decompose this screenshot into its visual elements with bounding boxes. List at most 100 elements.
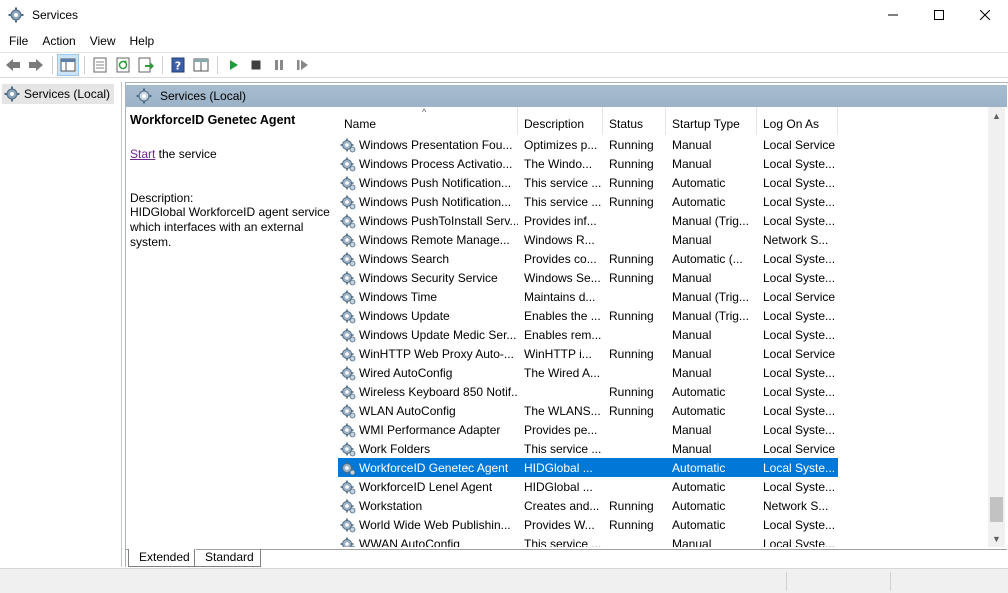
- column-header-name[interactable]: ^ Name: [338, 107, 518, 135]
- service-gear-icon: [340, 290, 356, 304]
- service-name: WorkforceID Lenel Agent: [359, 479, 493, 494]
- service-name: WLAN AutoConfig: [359, 403, 456, 418]
- forward-icon: [29, 59, 43, 71]
- column-header-description[interactable]: Description: [518, 107, 603, 135]
- start-service-link[interactable]: Start: [130, 147, 155, 161]
- services-list: ^ Name Description Status Startup Type L…: [338, 107, 993, 547]
- menu-view[interactable]: View: [83, 31, 123, 51]
- help-icon: ?: [171, 57, 185, 73]
- table-row[interactable]: WorkforceID Genetec Agent HIDGlobal ... Au…: [338, 458, 838, 477]
- service-description: Windows R...: [524, 232, 595, 247]
- table-row[interactable]: WWAN AutoConfig This service ... Manual Loc…: [338, 534, 838, 547]
- service-description: The Windo...: [524, 156, 593, 171]
- play-icon: [230, 60, 238, 70]
- table-row[interactable]: WinHTTP Web Proxy Auto-... WinHTTP i... Ru…: [338, 344, 838, 363]
- show-console-tree-button[interactable]: [57, 54, 79, 76]
- tab-standard[interactable]: Standard: [194, 549, 261, 567]
- start-service-suffix: the service: [155, 147, 217, 161]
- table-row[interactable]: WLAN AutoConfig The WLANS... Running Automa…: [338, 401, 838, 420]
- table-row[interactable]: Workstation Creates and... Running Automati…: [338, 496, 838, 515]
- table-row[interactable]: Windows Time Maintains d... Manual (Trig..…: [338, 287, 838, 306]
- view-button[interactable]: [190, 54, 212, 76]
- service-gear-icon: [340, 537, 356, 547]
- table-row[interactable]: Wireless Keyboard 850 Notif... Running Aut…: [338, 382, 838, 401]
- properties-button[interactable]: [89, 54, 111, 76]
- table-row[interactable]: Windows Remote Manage... Windows R... Manu…: [338, 230, 838, 249]
- service-description: Provides W...: [524, 517, 595, 532]
- service-name-cell: Windows Time: [338, 289, 518, 305]
- table-row[interactable]: Wired AutoConfig The Wired A... Manual Loca…: [338, 363, 838, 382]
- service-startup-type: Automatic: [672, 384, 726, 399]
- service-gear-icon: [340, 195, 356, 209]
- service-startup-type: Manual (Trig...: [672, 289, 749, 304]
- service-description: Windows Se...: [524, 270, 601, 285]
- service-log-on-as: Local Syste...: [763, 536, 836, 548]
- service-log-on-as: Local Service: [763, 441, 836, 456]
- service-log-on-as: Local Syste...: [763, 517, 836, 532]
- vertical-scrollbar[interactable]: ▲ ▼: [988, 107, 1005, 547]
- scroll-up-button[interactable]: ▲: [988, 107, 1005, 124]
- tree-item-label: Services (Local): [24, 87, 111, 101]
- table-row[interactable]: Work Folders This service ... Manual Local …: [338, 439, 838, 458]
- column-header-startup-type[interactable]: Startup Type: [666, 107, 757, 135]
- pause-service-button[interactable]: [268, 54, 290, 76]
- back-button[interactable]: [2, 54, 24, 76]
- close-button[interactable]: [962, 0, 1008, 30]
- table-row[interactable]: Windows Push Notification... This service…: [338, 192, 838, 211]
- service-status: Running: [609, 194, 654, 209]
- table-row[interactable]: World Wide Web Publishin... Provides W...…: [338, 515, 838, 534]
- table-row[interactable]: Windows Update Enables the ... Running Manu…: [338, 306, 838, 325]
- tree-item-services-local[interactable]: Services (Local): [2, 84, 115, 104]
- maximize-button[interactable]: [916, 0, 962, 30]
- table-row[interactable]: WMI Performance Adapter Provides pe... Man…: [338, 420, 838, 439]
- status-bar-divider: [890, 572, 891, 591]
- table-row[interactable]: Windows PushToInstall Serv... Provides in…: [338, 211, 838, 230]
- service-description: HIDGlobal ...: [524, 479, 593, 494]
- list-header: ^ Name Description Status Startup Type L…: [338, 107, 838, 135]
- service-startup-type: Automatic: [672, 460, 726, 475]
- service-gear-icon: [340, 423, 356, 437]
- column-header-status[interactable]: Status: [603, 107, 666, 135]
- menu-file[interactable]: File: [2, 31, 35, 51]
- title-bar: Services: [0, 0, 1008, 30]
- service-log-on-as: Local Syste...: [763, 365, 836, 380]
- table-row[interactable]: Windows Push Notification... This service…: [338, 173, 838, 192]
- service-gear-icon: [340, 461, 356, 475]
- scrollbar-thumb[interactable]: [990, 497, 1003, 522]
- selected-service-title: WorkforceID Genetec Agent: [130, 113, 296, 127]
- menu-action[interactable]: Action: [35, 31, 82, 51]
- service-status: Running: [609, 517, 654, 532]
- stop-service-button[interactable]: [245, 54, 267, 76]
- start-service-button[interactable]: [222, 54, 244, 76]
- minimize-button[interactable]: [870, 0, 916, 30]
- tab-extended[interactable]: Extended: [128, 549, 196, 567]
- pane-header-title: Services (Local): [160, 89, 247, 103]
- service-startup-type: Manual: [672, 156, 712, 171]
- service-name: Windows Presentation Fou...: [359, 137, 513, 152]
- forward-button[interactable]: [25, 54, 47, 76]
- export-list-button[interactable]: [135, 54, 157, 76]
- table-row[interactable]: Windows Presentation Fou... Optimizes p..…: [338, 135, 838, 154]
- scroll-up-icon: ▲: [992, 110, 1001, 121]
- service-log-on-as: Local Syste...: [763, 251, 836, 266]
- service-name: Work Folders: [359, 441, 431, 456]
- services-gear-icon: [4, 86, 20, 102]
- service-startup-type: Automatic (...: [672, 251, 743, 266]
- menu-help[interactable]: Help: [123, 31, 162, 51]
- service-name-cell: World Wide Web Publishin...: [338, 517, 518, 533]
- table-row[interactable]: Windows Security Service Windows Se... Run…: [338, 268, 838, 287]
- table-row[interactable]: WorkforceID Lenel Agent HIDGlobal ... Auto…: [338, 477, 838, 496]
- service-name-cell: Windows Push Notification...: [338, 194, 518, 210]
- table-row[interactable]: Windows Process Activatio... The Windo...…: [338, 154, 838, 173]
- service-name: Wireless Keyboard 850 Notif...: [359, 384, 518, 399]
- column-header-log-on-as[interactable]: Log On As: [757, 107, 838, 135]
- table-row[interactable]: Windows Update Medic Ser... Enables rem..…: [338, 325, 838, 344]
- help-button[interactable]: ?: [167, 54, 189, 76]
- service-name: Windows Remote Manage...: [359, 232, 510, 247]
- refresh-icon: [116, 57, 130, 73]
- resume-service-button[interactable]: [291, 54, 313, 76]
- table-row[interactable]: Windows Search Provides co... Running Autom…: [338, 249, 838, 268]
- refresh-button[interactable]: [112, 54, 134, 76]
- properties-icon: [93, 57, 107, 73]
- scroll-down-button[interactable]: ▼: [988, 530, 1005, 547]
